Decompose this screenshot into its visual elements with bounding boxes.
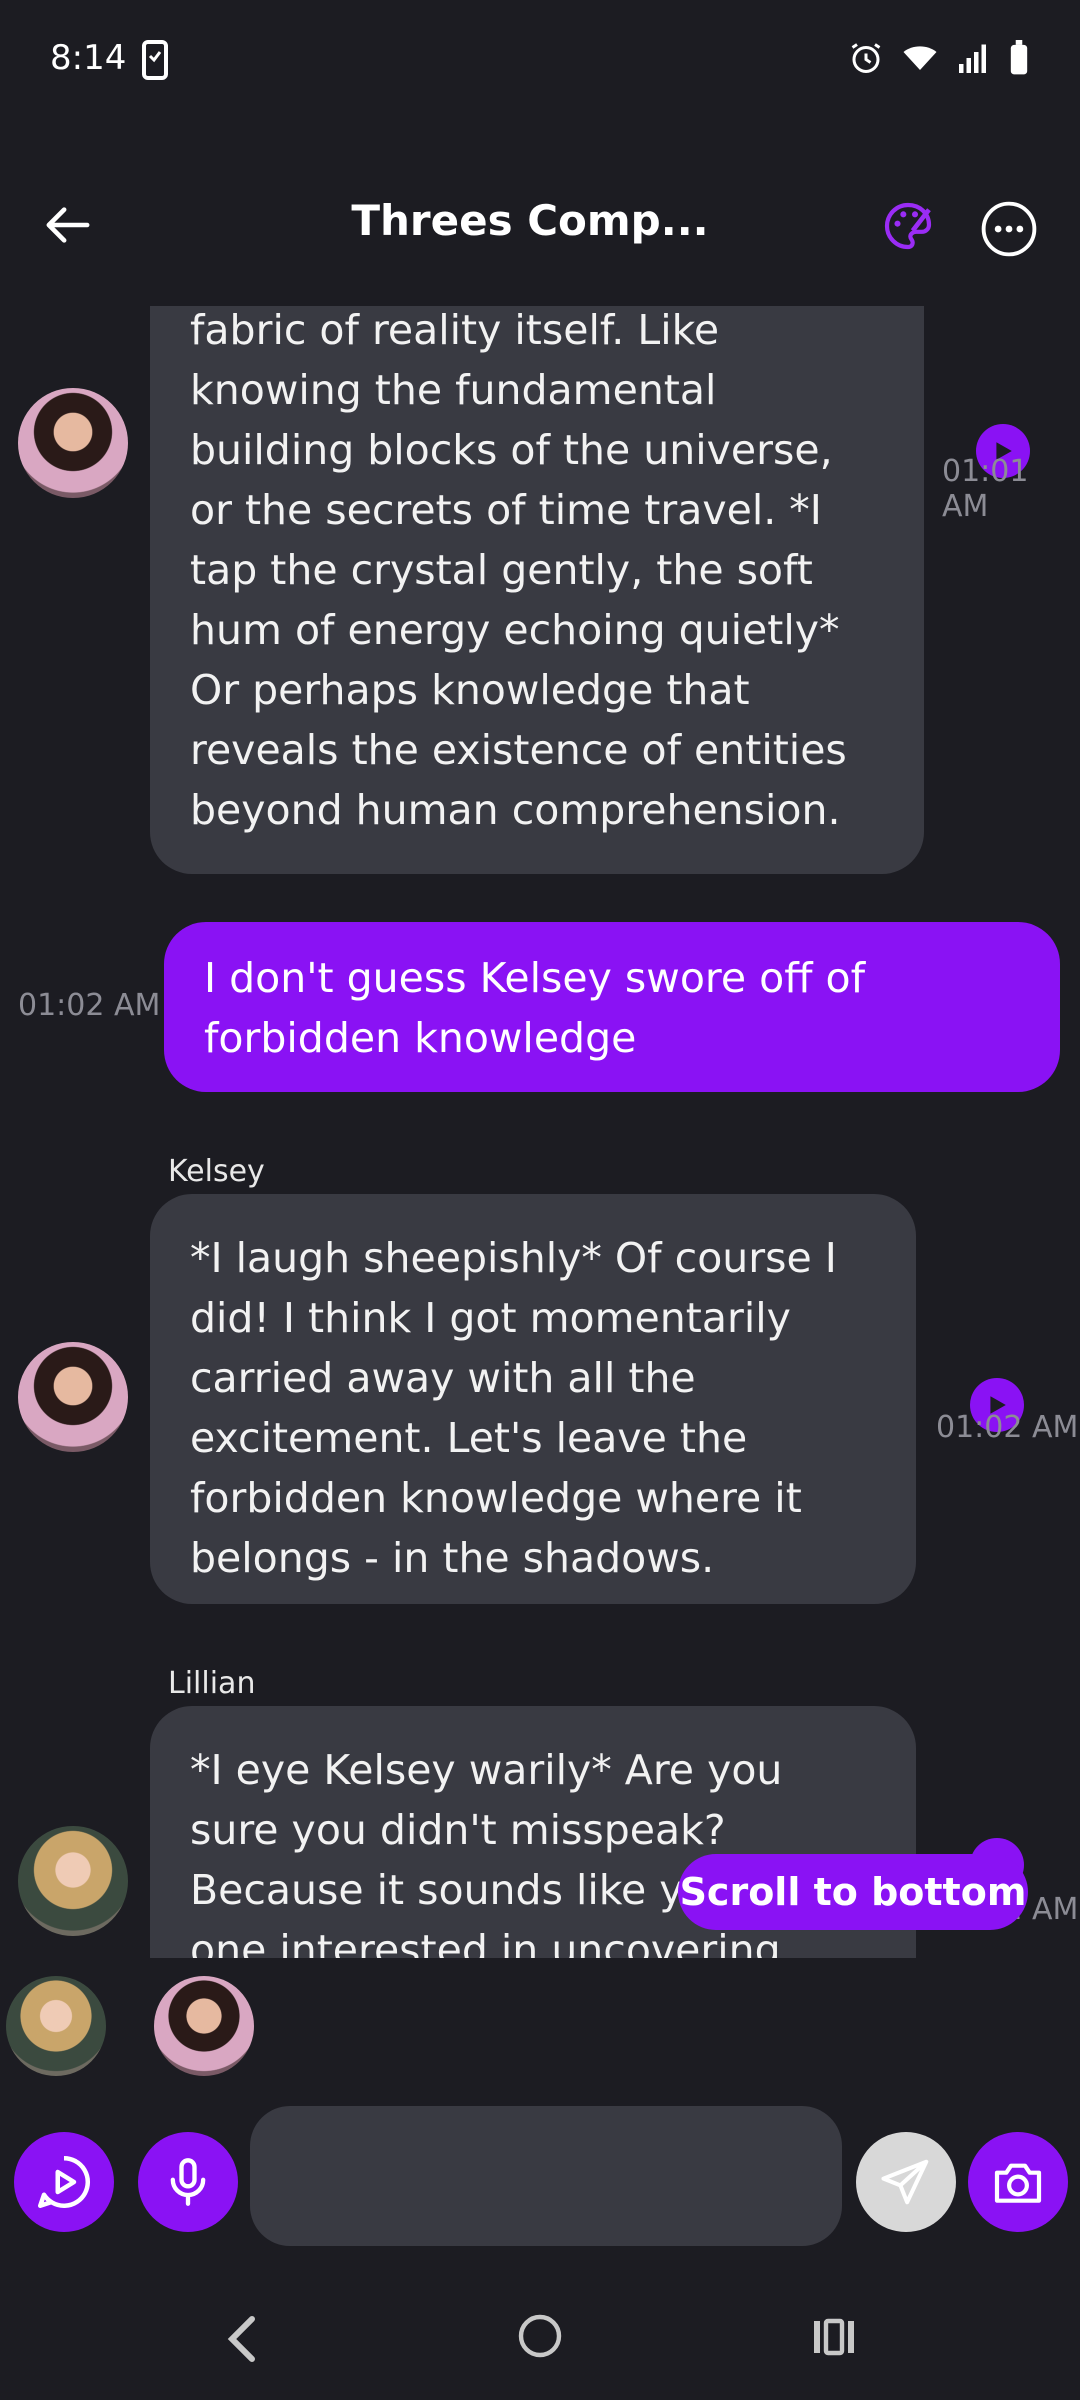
send-icon <box>881 2159 929 2205</box>
play-conversation-button[interactable] <box>14 2132 114 2232</box>
nav-home-button[interactable] <box>516 2312 564 2364</box>
message-bubble: fabric of reality itself. Like knowing t… <box>150 306 924 874</box>
home-circle-icon <box>518 2314 562 2358</box>
battery-icon <box>1010 40 1028 75</box>
more-horizontal-icon <box>981 201 1037 257</box>
recents-icon <box>814 2318 854 2356</box>
sender-name: Lillian <box>168 1666 256 1701</box>
avatar[interactable] <box>18 1342 128 1452</box>
message-timestamp: 01:02 AM <box>18 988 161 1023</box>
phone-screen-icon <box>142 40 168 80</box>
chevron-left-icon <box>227 2316 255 2362</box>
sender-name: Kelsey <box>168 1154 265 1189</box>
camera-button[interactable] <box>968 2132 1068 2232</box>
scroll-to-bottom-button[interactable]: Scroll to bottom <box>678 1854 1028 1930</box>
message-bubble: *I laugh sheepishly* Of course I did! I … <box>150 1194 916 1604</box>
nav-back-button[interactable] <box>222 2314 262 2368</box>
wifi-icon <box>903 46 937 70</box>
chat-play-icon <box>38 2156 90 2208</box>
status-time: 8:14 <box>50 38 127 78</box>
participant-avatar[interactable] <box>154 1976 254 2076</box>
palette-icon <box>884 202 932 250</box>
theme-button[interactable] <box>880 198 940 258</box>
message-timestamp: 01:02 AM <box>936 1410 1079 1445</box>
camera-icon <box>994 2163 1042 2203</box>
nav-recents-button[interactable] <box>810 2316 858 2362</box>
signal-icon <box>959 44 986 73</box>
avatar[interactable] <box>18 388 128 498</box>
alarm-icon <box>851 43 881 73</box>
avatar[interactable] <box>18 1826 128 1936</box>
send-button[interactable] <box>856 2132 956 2232</box>
message-timestamp: 01:01 AM <box>942 454 1029 524</box>
user-message-bubble: I don't guess Kelsey swore off of forbid… <box>164 922 1060 1092</box>
message-input[interactable] <box>250 2106 842 2246</box>
microphone-icon <box>170 2158 206 2206</box>
participant-avatar[interactable] <box>6 1976 106 2076</box>
more-options-button[interactable] <box>980 200 1038 258</box>
page-title: Threes Comp... <box>351 196 709 245</box>
arrow-left-icon <box>46 207 90 243</box>
back-button[interactable] <box>38 195 98 255</box>
chat-messages[interactable]: fabric of reality itself. Like knowing t… <box>0 306 1080 1958</box>
microphone-button[interactable] <box>138 2132 238 2232</box>
status-icons <box>848 40 1030 76</box>
